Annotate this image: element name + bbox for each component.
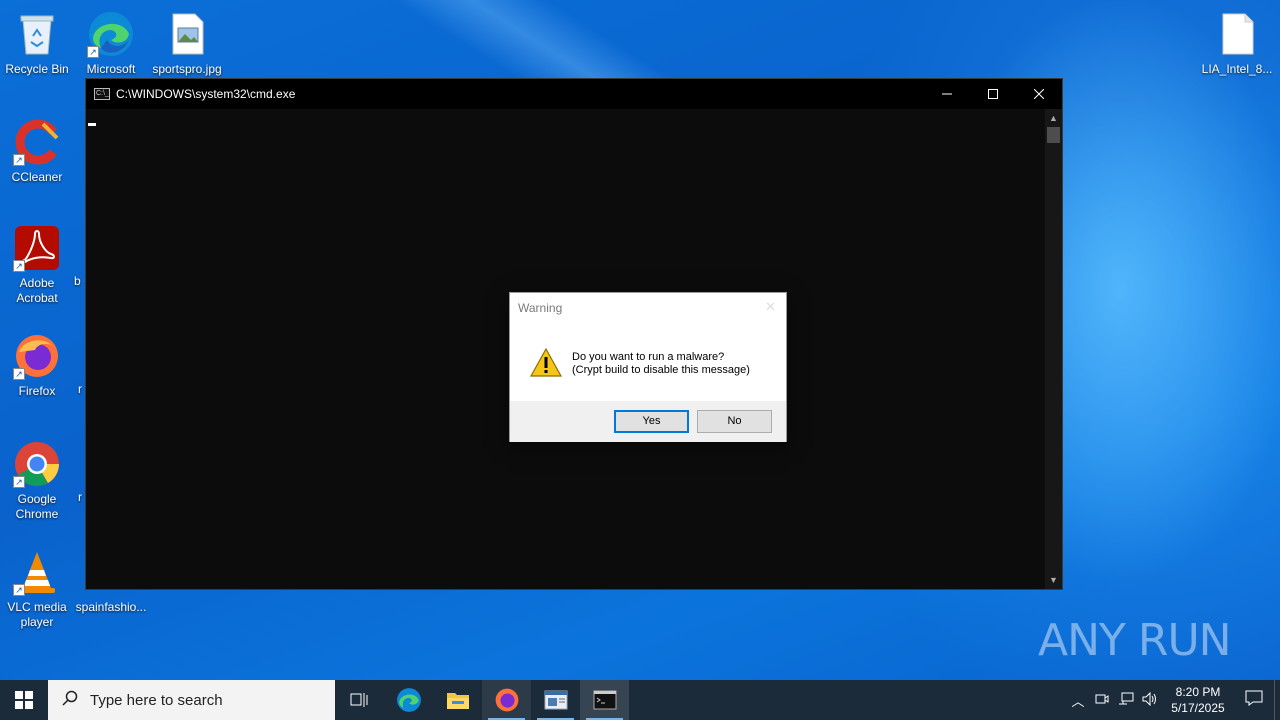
clock-time: 8:20 PM bbox=[1175, 685, 1221, 699]
system-tray: ︿ 8:20 PM 5/17/2025 bbox=[1066, 680, 1280, 720]
cmd-icon: C:\_ bbox=[94, 88, 110, 100]
desktop-icon-firefox[interactable]: ↗ Firefox bbox=[0, 326, 74, 399]
shortcut-arrow-icon: ↗ bbox=[87, 46, 99, 58]
dialog-button-bar: Yes No bbox=[510, 401, 786, 442]
desktop-icon-microsoft-edge[interactable]: ↗ Microsoft Edge bbox=[74, 4, 148, 77]
close-button[interactable] bbox=[1016, 79, 1062, 109]
taskbar-edge[interactable] bbox=[384, 680, 433, 720]
yes-button[interactable]: Yes bbox=[614, 410, 689, 433]
desktop-icon-label: spainfashio... bbox=[75, 600, 147, 614]
task-view-icon bbox=[350, 693, 367, 707]
chevron-up-icon[interactable]: ︿ bbox=[1066, 691, 1090, 710]
file-icon bbox=[1213, 10, 1261, 58]
start-button[interactable] bbox=[0, 680, 48, 720]
show-desktop-button[interactable] bbox=[1274, 680, 1280, 720]
image-file-icon bbox=[163, 10, 211, 58]
taskbar-search-box[interactable]: Type here to search bbox=[48, 680, 335, 720]
cmd-title: C:\WINDOWS\system32\cmd.exe bbox=[116, 87, 296, 101]
edge-icon: ↗ bbox=[87, 10, 135, 58]
meet-now-icon[interactable] bbox=[1090, 692, 1114, 709]
dialog-title: Warning bbox=[518, 301, 563, 315]
dialog-body: Do you want to run a malware? (Crypt bui… bbox=[510, 323, 786, 401]
taskbar-app-window[interactable] bbox=[531, 680, 580, 720]
scroll-thumb[interactable] bbox=[1047, 127, 1060, 143]
dialog-close-icon[interactable]: ✕ bbox=[765, 299, 776, 315]
watermark-text: ANY RUN bbox=[1038, 614, 1232, 666]
close-icon bbox=[1034, 89, 1044, 99]
desktop-icon-recycle-bin[interactable]: Recycle Bin bbox=[0, 4, 74, 77]
minimize-button[interactable] bbox=[924, 79, 970, 109]
recycle-bin-icon bbox=[13, 10, 61, 58]
desktop-icon-vlc[interactable]: ↗ VLC media player bbox=[0, 542, 74, 630]
minimize-icon bbox=[942, 93, 952, 95]
clock-date: 5/17/2025 bbox=[1171, 701, 1225, 715]
scroll-up-arrow-icon[interactable]: ▲ bbox=[1045, 111, 1062, 125]
firefox-icon: ↗ bbox=[13, 332, 61, 380]
cmd-scrollbar[interactable]: ▲ ▼ bbox=[1045, 109, 1062, 589]
shortcut-arrow-icon: ↗ bbox=[13, 584, 25, 596]
volume-icon[interactable] bbox=[1138, 691, 1162, 709]
search-icon bbox=[62, 690, 78, 710]
chrome-icon: ↗ bbox=[13, 440, 61, 488]
taskbar-firefox[interactable] bbox=[482, 680, 531, 720]
taskbar-cmd[interactable] bbox=[580, 680, 629, 720]
cmd-icon bbox=[593, 690, 616, 710]
shortcut-arrow-icon: ↗ bbox=[13, 476, 25, 488]
edge-icon bbox=[396, 688, 421, 712]
maximize-button[interactable] bbox=[970, 79, 1016, 109]
desktop-icon-label: Adobe Acrobat bbox=[16, 276, 58, 305]
app-window-icon bbox=[544, 690, 567, 710]
desktop-icon-label: LIA_Intel_8... bbox=[1201, 62, 1273, 76]
search-placeholder: Type here to search bbox=[90, 691, 223, 709]
dialog-message: Do you want to run a malware? (Crypt bui… bbox=[572, 351, 750, 377]
notification-center-button[interactable] bbox=[1234, 690, 1274, 711]
shortcut-arrow-icon: ↗ bbox=[13, 368, 25, 380]
desktop-icon-label: Firefox bbox=[18, 384, 56, 398]
desktop: Recycle Bin ↗ Microsoft Edge sportspro.j… bbox=[0, 0, 1280, 680]
notification-icon bbox=[1245, 690, 1263, 706]
taskbar: Type here to search ︿ 8:20 PM 5/17/2025 bbox=[0, 680, 1280, 720]
anyrun-watermark: ANY RUN bbox=[1038, 608, 1232, 672]
cmd-titlebar[interactable]: C:\_ C:\WINDOWS\system32\cmd.exe bbox=[86, 79, 1062, 109]
desktop-icon-sportspro-jpg[interactable]: sportspro.jpg bbox=[150, 4, 224, 77]
desktop-icon-adobe-acrobat[interactable]: ↗ Adobe Acrobat bbox=[0, 218, 74, 306]
dialog-message-line: Do you want to run a malware? bbox=[572, 351, 725, 363]
desktop-icon-label: VLC media player bbox=[7, 600, 67, 629]
vlc-icon: ↗ bbox=[13, 548, 61, 596]
taskbar-clock[interactable]: 8:20 PM 5/17/2025 bbox=[1162, 684, 1234, 716]
desktop-icon-label: CCleaner bbox=[11, 170, 63, 184]
desktop-icon-label: Microsoft Edge bbox=[86, 62, 136, 76]
desktop-icon-label: Google Chrome bbox=[15, 492, 59, 521]
task-view-button[interactable] bbox=[335, 680, 384, 720]
warning-dialog[interactable]: Warning ✕ Do you want to run a malware? … bbox=[509, 292, 787, 442]
scroll-down-arrow-icon[interactable]: ▼ bbox=[1045, 573, 1062, 587]
desktop-icon-google-chrome[interactable]: ↗ Google Chrome bbox=[0, 434, 74, 522]
maximize-icon bbox=[988, 89, 998, 99]
desktop-icon-lia-intel[interactable]: LIA_Intel_8... bbox=[1200, 4, 1274, 77]
dialog-titlebar[interactable]: Warning ✕ bbox=[510, 293, 786, 323]
taskbar-file-explorer[interactable] bbox=[433, 680, 482, 720]
dialog-message-line: (Crypt build to disable this message) bbox=[572, 364, 750, 376]
shortcut-arrow-icon: ↗ bbox=[13, 154, 25, 166]
warning-icon bbox=[529, 347, 563, 378]
desktop-icon-label: Recycle Bin bbox=[5, 62, 69, 76]
ccleaner-icon: ↗ bbox=[13, 118, 61, 166]
windows-logo-icon bbox=[15, 691, 33, 709]
console-cursor bbox=[88, 123, 96, 126]
acrobat-icon: ↗ bbox=[13, 224, 61, 272]
desktop-icon-label: sportspro.jpg bbox=[152, 62, 222, 76]
firefox-icon bbox=[495, 688, 518, 712]
shortcut-arrow-icon: ↗ bbox=[13, 260, 25, 272]
desktop-icon-ccleaner[interactable]: ↗ CCleaner bbox=[0, 112, 74, 185]
network-icon[interactable] bbox=[1114, 692, 1138, 709]
no-button[interactable]: No bbox=[697, 410, 772, 433]
folder-icon bbox=[446, 693, 469, 709]
